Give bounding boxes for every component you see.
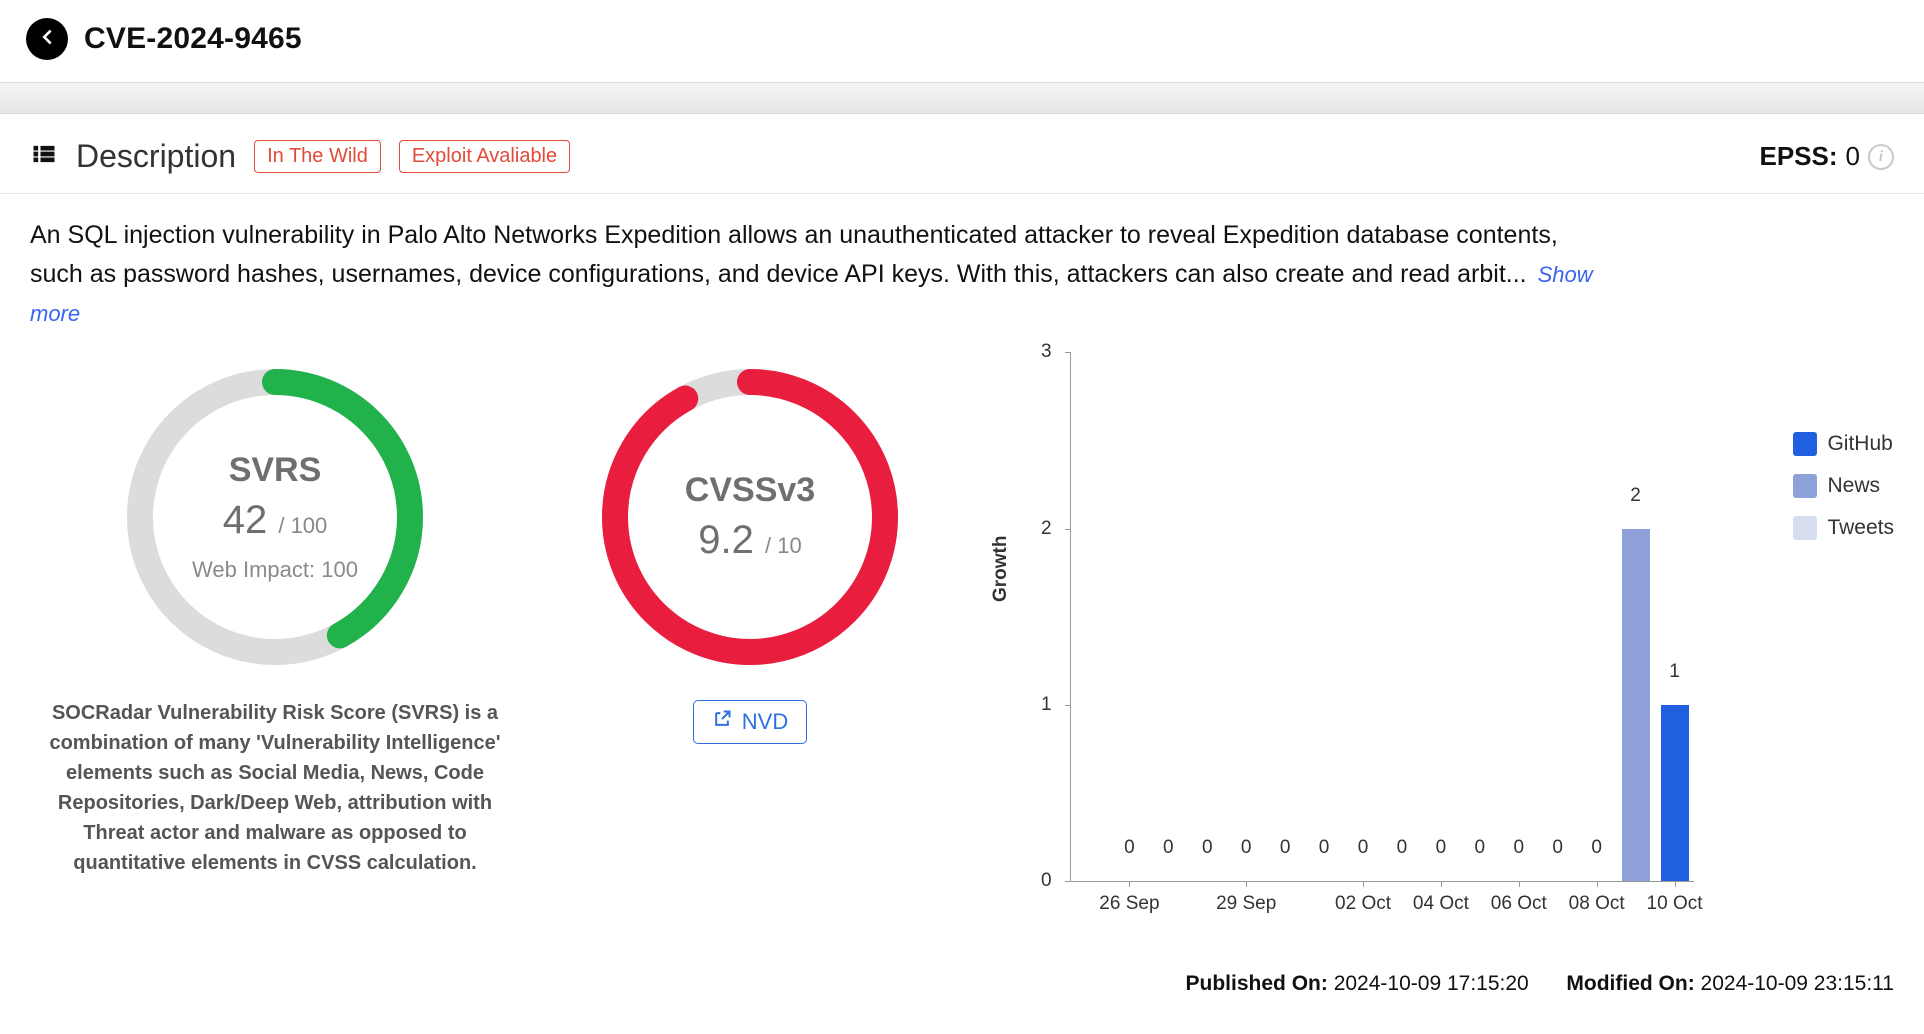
chart-bar-label: 0 — [1154, 837, 1182, 859]
badge-in-the-wild: In The Wild — [254, 140, 381, 173]
chart-x-tick: 10 Oct — [1647, 893, 1703, 915]
modified-label: Modified On: — [1566, 972, 1694, 995]
legend-label: Tweets — [1827, 516, 1894, 540]
chart-bar-label: 0 — [1271, 837, 1299, 859]
chart-bar — [1622, 529, 1650, 882]
published-value: 2024-10-09 17:15:20 — [1334, 972, 1529, 995]
chart-legend: GitHub News Tweets — [1793, 432, 1894, 540]
svrs-gauge: SVRS 42 / 100 Web Impact: 100 — [120, 362, 430, 672]
chart-x-tick: 06 Oct — [1491, 893, 1547, 915]
chart-bar-label: 0 — [1466, 837, 1494, 859]
svrs-gauge-sub: Web Impact: 100 — [192, 557, 358, 583]
svrs-gauge-name: SVRS — [229, 451, 322, 490]
external-link-icon — [712, 709, 732, 735]
chart-y-tick: 1 — [1041, 694, 1052, 716]
svrs-gauge-denom: / 100 — [278, 513, 327, 538]
growth-chart-column: Growth 012326 Sep29 Sep02 Oct04 Oct06 Oc… — [980, 352, 1894, 996]
legend-item: News — [1793, 474, 1894, 498]
chart-bar-label: 0 — [1544, 837, 1572, 859]
chart-bar-label: 0 — [1427, 837, 1455, 859]
dates-line: Published On: 2024-10-09 17:15:20 Modifi… — [990, 952, 1894, 996]
chart-bar-label: 0 — [1193, 837, 1221, 859]
chart-bar-label: 0 — [1349, 837, 1377, 859]
chart-y-tick: 2 — [1041, 518, 1052, 540]
chart-x-tick: 29 Sep — [1216, 893, 1276, 915]
svrs-gauge-value: 42 — [223, 498, 268, 542]
page-header: CVE-2024-9465 — [0, 0, 1924, 82]
chart-bar-label: 0 — [1232, 837, 1260, 859]
epss-value: 0 — [1846, 141, 1860, 172]
badge-exploit-available: Exploit Avaliable — [399, 140, 570, 173]
chart-x-tick: 04 Oct — [1413, 893, 1469, 915]
chart-x-tick: 08 Oct — [1569, 893, 1625, 915]
legend-item: GitHub — [1793, 432, 1894, 456]
chart-bar-label: 2 — [1622, 485, 1650, 507]
chart-bar-label: 0 — [1388, 837, 1416, 859]
epss-label: EPSS: — [1760, 141, 1838, 172]
nvd-link-label: NVD — [742, 709, 788, 735]
chart-bar — [1661, 705, 1689, 881]
chart-x-tick: 02 Oct — [1335, 893, 1391, 915]
cvss-gauge: CVSSv3 9.2 / 10 — [595, 362, 905, 672]
growth-chart: Growth 012326 Sep29 Sep02 Oct04 Oct06 Oc… — [990, 352, 1894, 952]
epss-score: EPSS: 0 i — [1760, 141, 1895, 172]
chart-y-axis-title: Growth — [990, 536, 1012, 603]
legend-swatch — [1793, 516, 1817, 540]
legend-label: News — [1827, 474, 1880, 498]
info-icon[interactable]: i — [1868, 144, 1894, 170]
cvss-gauge-denom: / 10 — [765, 533, 802, 558]
chart-bar-label: 1 — [1661, 661, 1689, 683]
cvss-gauge-value: 9.2 — [698, 518, 754, 562]
description-body: An SQL injection vulnerability in Palo A… — [0, 194, 1640, 342]
modified-value: 2024-10-09 23:15:11 — [1701, 972, 1894, 995]
chart-x-tick: 26 Sep — [1099, 893, 1159, 915]
arrow-left-icon — [36, 26, 58, 53]
description-text: An SQL injection vulnerability in Palo A… — [30, 221, 1558, 288]
legend-label: GitHub — [1827, 432, 1892, 456]
description-section-head: Description In The Wild Exploit Avaliabl… — [0, 114, 1924, 194]
legend-swatch — [1793, 474, 1817, 498]
svrs-note: SOCRadar Vulnerability Risk Score (SVRS)… — [40, 698, 510, 878]
section-divider — [0, 82, 1924, 114]
chart-bar-label: 0 — [1505, 837, 1533, 859]
metrics-row: SVRS 42 / 100 Web Impact: 100 SOCRadar V… — [0, 342, 1924, 996]
cvss-gauge-name: CVSSv3 — [685, 471, 815, 510]
back-button[interactable] — [26, 18, 68, 60]
cve-id-title: CVE-2024-9465 — [84, 22, 302, 56]
list-icon — [30, 140, 58, 173]
chart-bar-label: 0 — [1115, 837, 1143, 859]
chart-y-tick: 0 — [1041, 870, 1052, 892]
svrs-gauge-column: SVRS 42 / 100 Web Impact: 100 SOCRadar V… — [30, 352, 520, 996]
legend-item: Tweets — [1793, 516, 1894, 540]
legend-swatch — [1793, 432, 1817, 456]
nvd-link-button[interactable]: NVD — [693, 700, 807, 744]
chart-bar-label: 0 — [1583, 837, 1611, 859]
description-heading: Description — [76, 138, 236, 175]
chart-y-tick: 3 — [1041, 341, 1052, 363]
chart-bar-label: 0 — [1310, 837, 1338, 859]
published-label: Published On: — [1186, 972, 1328, 995]
cvss-gauge-column: CVSSv3 9.2 / 10 NVD — [540, 352, 960, 996]
